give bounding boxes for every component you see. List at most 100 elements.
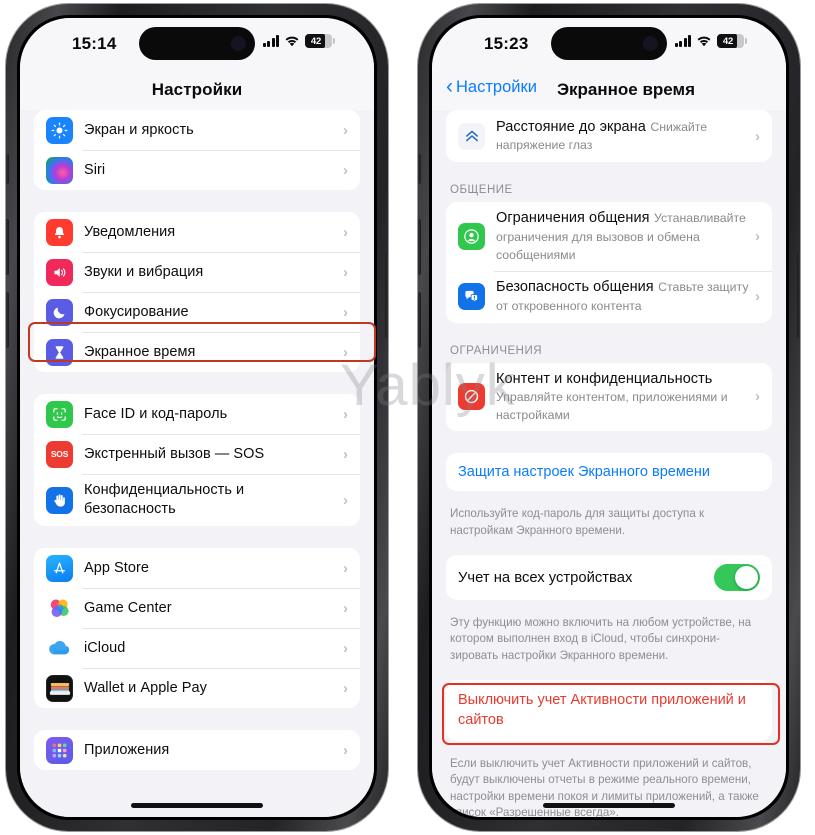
chevron-right-icon: › — [343, 741, 348, 759]
row-communication-limits[interactable]: Ограничения общения Устанавливайте огран… — [446, 202, 772, 271]
chevron-right-icon: › — [343, 121, 348, 139]
screenshot-canvas: 15:14 42 Настройки Экран и яркость › Sir… — [0, 0, 815, 835]
screen-time-list[interactable]: Расстояние до экрана Снижайте напряжение… — [432, 110, 786, 817]
cellular-bars-icon — [674, 35, 691, 47]
settings-group-services: App Store › Game Center › iCloud › Walle… — [34, 548, 360, 708]
settings-list[interactable]: Экран и яркость › Siri › Уведомления › З… — [20, 110, 374, 817]
apps-icon — [46, 736, 73, 764]
row-content-privacy[interactable]: Контент и конфиденциальность Управляйте … — [446, 362, 772, 432]
wifi-icon — [696, 35, 712, 47]
chevron-right-icon: › — [343, 445, 348, 463]
phone-device-left: 15:14 42 Настройки Экран и яркость › Sir… — [6, 4, 388, 831]
chevron-right-icon: › — [343, 161, 348, 179]
chevron-right-icon: › — [343, 263, 348, 281]
turn-off-app-website-activity-button[interactable]: Выключить учет Активности приложений и с… — [446, 680, 772, 741]
sidebar-item-wallet[interactable]: Wallet и Apple Pay › — [34, 668, 360, 708]
chevron-left-icon: ‹ — [446, 75, 453, 98]
sidebar-item-game-center[interactable]: Game Center › — [34, 588, 360, 628]
notifications-icon — [46, 218, 73, 246]
row-label: App Store — [84, 559, 149, 576]
phone-bezel-left: 15:14 42 Настройки Экран и яркость › Sir… — [17, 15, 377, 820]
home-indicator-left[interactable] — [131, 803, 263, 808]
focus-icon — [46, 298, 73, 326]
lock-screen-time-settings-button[interactable]: Защита настроек Экранного времени — [446, 453, 772, 492]
nav-bar-right: ‹ Настройки Экранное время — [432, 70, 786, 110]
status-indicators: 42 — [674, 34, 747, 48]
share-across-devices-footer: Эту функцию можно включить на любом устр… — [450, 616, 752, 662]
siri-icon — [46, 156, 73, 184]
sidebar-item-privacy[interactable]: Конфиденциальность и безопасность › — [34, 474, 360, 526]
row-title: Контент и конфиденциальность — [496, 370, 713, 387]
sidebar-item-screen-time[interactable]: Экранное время › — [34, 332, 360, 372]
cellular-bars-icon — [262, 35, 279, 47]
passcode-footer: Используйте код-пароль для защиты доступ… — [450, 507, 705, 537]
volume-down-button-right[interactable] — [418, 292, 421, 348]
sidebar-item-siri[interactable]: Siri › — [34, 150, 360, 190]
power-button-right[interactable] — [797, 252, 800, 338]
volume-up-button-left[interactable] — [6, 219, 9, 275]
silent-switch-right[interactable] — [418, 154, 421, 184]
back-button[interactable]: ‹ Настройки — [446, 75, 537, 98]
row-screen-distance[interactable]: Расстояние до экрана Снижайте напряжение… — [446, 110, 772, 162]
chevron-right-icon: › — [343, 405, 348, 423]
sidebar-item-focus[interactable]: Фокусирование › — [34, 292, 360, 332]
dynamic-island — [551, 27, 667, 60]
row-communication-safety[interactable]: Безопасность общения Ставьте защиту от о… — [446, 270, 772, 323]
sidebar-item-display-brightness[interactable]: Экран и яркость › — [34, 110, 360, 150]
screen-distance-icon — [458, 122, 485, 150]
row-label: Экстренный вызов — SOS — [84, 445, 265, 462]
dynamic-island — [139, 27, 255, 60]
row-label: Wallet и Apple Pay — [84, 679, 207, 696]
battery-percent: 42 — [722, 35, 734, 47]
row-label: Конфиденциальность и безопасность — [84, 482, 245, 517]
share-across-devices-toggle[interactable] — [714, 564, 760, 591]
row-label: Game Center — [84, 599, 172, 616]
page-title: Экранное время — [556, 80, 696, 99]
appstore-icon — [46, 554, 73, 582]
sidebar-item-app-store[interactable]: App Store › — [34, 548, 360, 588]
chevron-right-icon: › — [343, 639, 348, 657]
nav-bar-left: Настройки — [20, 70, 374, 110]
wallet-icon — [46, 674, 73, 702]
status-time: 15:23 — [484, 34, 529, 53]
screen-right: 15:23 42 ‹ Настройки Экранное время Расс… — [432, 18, 786, 817]
gamecenter-icon — [46, 594, 73, 622]
sidebar-item-notifications[interactable]: Уведомления › — [34, 212, 360, 252]
section-header-restrictions: ОГРАНИЧЕНИЯ — [450, 344, 543, 357]
volume-up-button-right[interactable] — [418, 219, 421, 275]
row-label: iCloud — [84, 639, 126, 656]
settings-group-communication: Ограничения общения Устанавливайте огран… — [446, 202, 772, 323]
row-label: Фокусирование — [84, 303, 189, 320]
phone-device-right: 15:23 42 ‹ Настройки Экранное время Расс… — [418, 4, 800, 831]
communication-limits-icon — [458, 222, 485, 250]
volume-down-button-left[interactable] — [6, 292, 9, 348]
chevron-right-icon: › — [755, 388, 760, 406]
chevron-right-icon: › — [343, 303, 348, 321]
row-label: Face ID и код-пароль — [84, 405, 228, 422]
sidebar-item-apps[interactable]: Приложения › — [34, 730, 360, 770]
row-share-across-devices[interactable]: Учет на всех устройствах — [446, 555, 772, 600]
settings-group-display: Экран и яркость › Siri › — [34, 110, 360, 190]
chevron-right-icon: › — [343, 223, 348, 241]
sidebar-item-sounds[interactable]: Звуки и вибрация › — [34, 252, 360, 292]
battery-percent: 42 — [310, 35, 322, 47]
sos-icon: SOS — [46, 440, 73, 468]
back-label: Настройки — [456, 78, 537, 96]
status-indicators: 42 — [262, 34, 335, 48]
home-indicator-right[interactable] — [543, 803, 675, 808]
chevron-right-icon: › — [343, 343, 348, 361]
icloud-icon — [46, 634, 73, 662]
power-button-left[interactable] — [385, 252, 388, 338]
row-label: Приложения — [84, 741, 170, 758]
sidebar-item-icloud[interactable]: iCloud › — [34, 628, 360, 668]
wifi-icon — [284, 35, 300, 47]
row-title: Расстояние до экрана — [496, 118, 646, 135]
sidebar-item-faceid[interactable]: Face ID и код-пароль › — [34, 394, 360, 434]
toggle-knob — [735, 566, 758, 589]
sound-icon — [46, 258, 73, 286]
privacy-icon — [46, 486, 73, 514]
silent-switch-left[interactable] — [6, 154, 9, 184]
chevron-right-icon: › — [343, 679, 348, 697]
sidebar-item-emergency-sos[interactable]: SOS Экстренный вызов — SOS › — [34, 434, 360, 474]
settings-group-share-across-devices: Учет на всех устройствах — [446, 555, 772, 600]
